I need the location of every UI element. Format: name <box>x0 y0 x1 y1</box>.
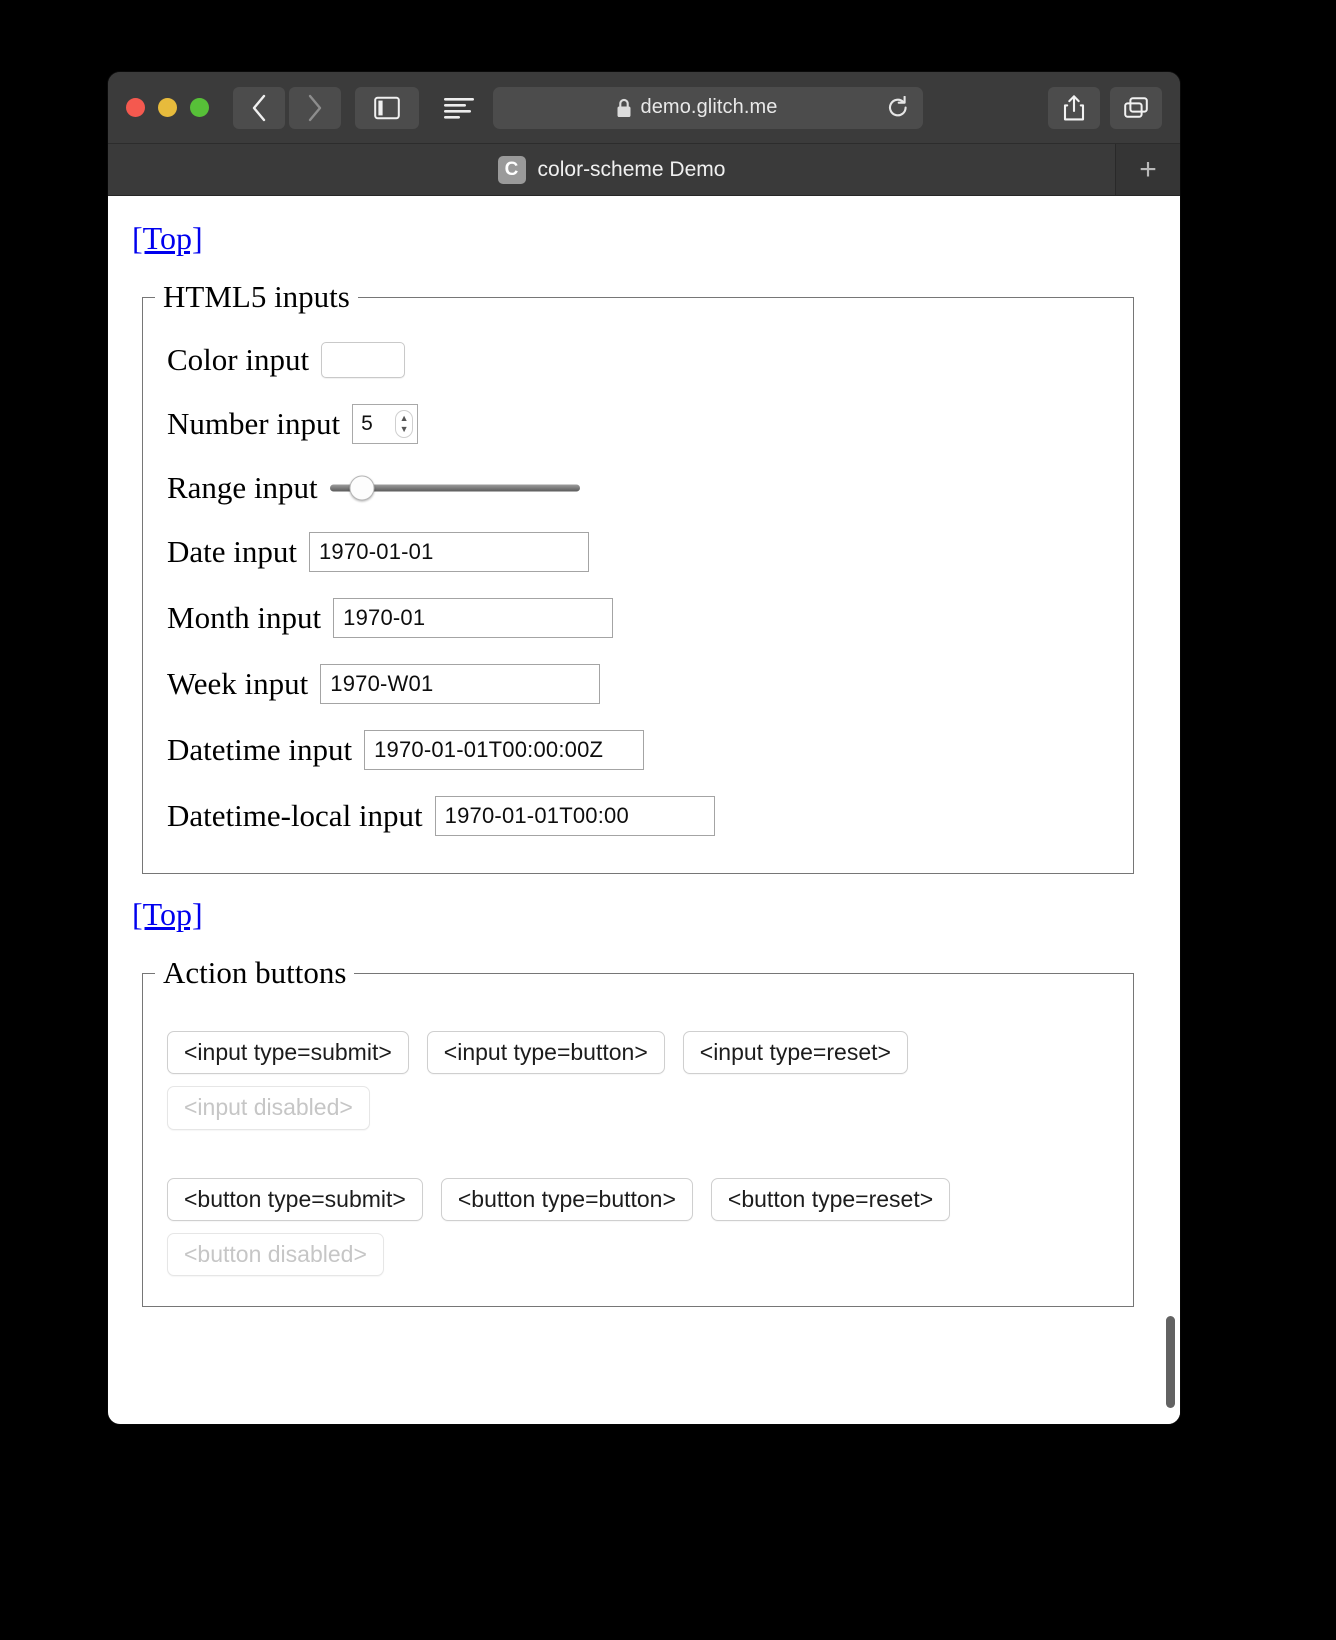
navigation-buttons <box>233 86 341 129</box>
label-month-input: Month input <box>167 600 322 635</box>
fieldset-legend-html5-inputs: HTML5 inputs <box>163 279 350 314</box>
show-sidebar-button[interactable] <box>355 86 419 129</box>
tab-title: color-scheme Demo <box>537 157 726 181</box>
button-disabled-button: <button disabled> <box>167 1232 384 1277</box>
close-window-button[interactable] <box>126 98 145 117</box>
week-input[interactable]: 1970-W01 <box>320 664 601 704</box>
window-controls <box>126 98 209 117</box>
tabs-overview-icon <box>1124 96 1148 118</box>
lock-icon <box>617 98 631 117</box>
back-button[interactable] <box>233 86 285 129</box>
page-viewport: [Top] HTML5 inputs Color input Number in… <box>108 196 1180 1424</box>
page-content: [Top] HTML5 inputs Color input Number in… <box>108 196 1180 1308</box>
fieldset-action-buttons: Action buttons <input type=submit> <inpu… <box>142 955 1134 1308</box>
reload-button[interactable] <box>887 95 909 120</box>
chevron-right-icon <box>308 94 322 121</box>
stepper-down-icon: ▼ <box>399 424 409 434</box>
field-row-month-input: Month input 1970-01 <box>167 585 1121 651</box>
chevron-left-icon <box>252 94 266 121</box>
sidebar-group <box>355 86 419 129</box>
label-datetime-input: Datetime input <box>167 732 353 767</box>
minimize-window-button[interactable] <box>158 98 177 117</box>
number-stepper[interactable]: ▲ ▼ <box>395 410 414 438</box>
button-row-input-disabled: <input disabled> <box>167 1080 1121 1135</box>
button-reset-button[interactable]: <button type=reset> <box>710 1177 951 1221</box>
number-input[interactable]: 5 ▲ ▼ <box>352 404 419 444</box>
toolbar-right-group <box>1048 86 1162 129</box>
top-anchor-link-2[interactable]: [Top] <box>132 896 203 933</box>
button-row-buttons: <button type=submit> <button type=button… <box>167 1136 1121 1227</box>
reader-menu-button[interactable] <box>433 87 485 129</box>
stepper-up-icon: ▲ <box>399 413 409 423</box>
label-datetime-local-input: Datetime-local input <box>167 798 423 833</box>
new-tab-button[interactable]: + <box>1116 144 1180 195</box>
input-disabled-button: <input disabled> <box>167 1086 370 1130</box>
field-row-date-input: Date input 1970-01-01 <box>167 519 1121 585</box>
label-color-input: Color input <box>167 342 310 377</box>
range-thumb[interactable] <box>349 475 375 501</box>
fieldset-legend-action-buttons: Action buttons <box>163 955 347 990</box>
top-anchor-link-1[interactable]: [Top] <box>132 220 203 257</box>
vertical-scrollbar-thumb[interactable] <box>1166 1316 1175 1408</box>
address-bar[interactable]: demo.glitch.me <box>493 86 923 129</box>
share-button[interactable] <box>1048 86 1100 129</box>
zoom-window-button[interactable] <box>190 98 209 117</box>
input-reset-button[interactable]: <input type=reset> <box>682 1031 908 1075</box>
button-row-button-disabled: <button disabled> <box>167 1227 1121 1282</box>
tab-favicon: C <box>497 155 526 184</box>
range-input[interactable] <box>329 473 580 503</box>
color-input[interactable] <box>321 342 406 378</box>
browser-window: demo.glitch.me C color-scheme Demo + [To… <box>108 72 1180 1424</box>
field-row-range-input: Range input <box>167 457 1121 519</box>
number-input-value: 5 <box>361 412 373 435</box>
browser-toolbar: demo.glitch.me <box>108 72 1180 144</box>
label-week-input: Week input <box>167 666 309 701</box>
tab-overview-button[interactable] <box>1110 86 1162 129</box>
field-row-datetime-local-input: Datetime-local input 1970-01-01T00:00 <box>167 783 1121 849</box>
label-date-input: Date input <box>167 534 297 569</box>
input-submit-button[interactable]: <input type=submit> <box>167 1031 409 1075</box>
reader-lines-icon <box>444 97 474 119</box>
datetime-input[interactable]: 1970-01-01T00:00:00Z <box>364 730 645 770</box>
share-icon <box>1063 94 1085 120</box>
input-button-button[interactable]: <input type=button> <box>426 1031 665 1075</box>
sidebar-icon <box>374 96 400 119</box>
forward-button[interactable] <box>289 86 341 129</box>
button-row-inputs: <input type=submit> <input type=button> … <box>167 1005 1121 1080</box>
field-row-number-input: Number input 5 ▲ ▼ <box>167 391 1121 457</box>
field-row-color-input: Color input <box>167 329 1121 391</box>
label-range-input: Range input <box>167 470 318 505</box>
desktop-background: demo.glitch.me C color-scheme Demo + [To… <box>0 0 1336 1640</box>
label-number-input: Number input <box>167 406 341 441</box>
date-input[interactable]: 1970-01-01 <box>309 532 589 572</box>
tab-bar: C color-scheme Demo + <box>108 144 1180 196</box>
field-row-datetime-input: Datetime input 1970-01-01T00:00:00Z <box>167 717 1121 783</box>
page-right-gutter <box>1154 196 1180 1424</box>
datetime-local-input[interactable]: 1970-01-01T00:00 <box>434 796 715 836</box>
button-submit-button[interactable]: <button type=submit> <box>167 1177 423 1221</box>
address-bar-url: demo.glitch.me <box>640 96 778 118</box>
tab-color-scheme-demo[interactable]: C color-scheme Demo <box>108 144 1116 195</box>
fieldset-html5-inputs: HTML5 inputs Color input Number input 5 … <box>142 279 1134 874</box>
month-input[interactable]: 1970-01 <box>333 598 614 638</box>
address-bar-content: demo.glitch.me <box>507 96 887 119</box>
reload-icon <box>888 95 907 116</box>
field-row-week-input: Week input 1970-W01 <box>167 651 1121 717</box>
button-button-button[interactable]: <button type=button> <box>440 1177 693 1221</box>
